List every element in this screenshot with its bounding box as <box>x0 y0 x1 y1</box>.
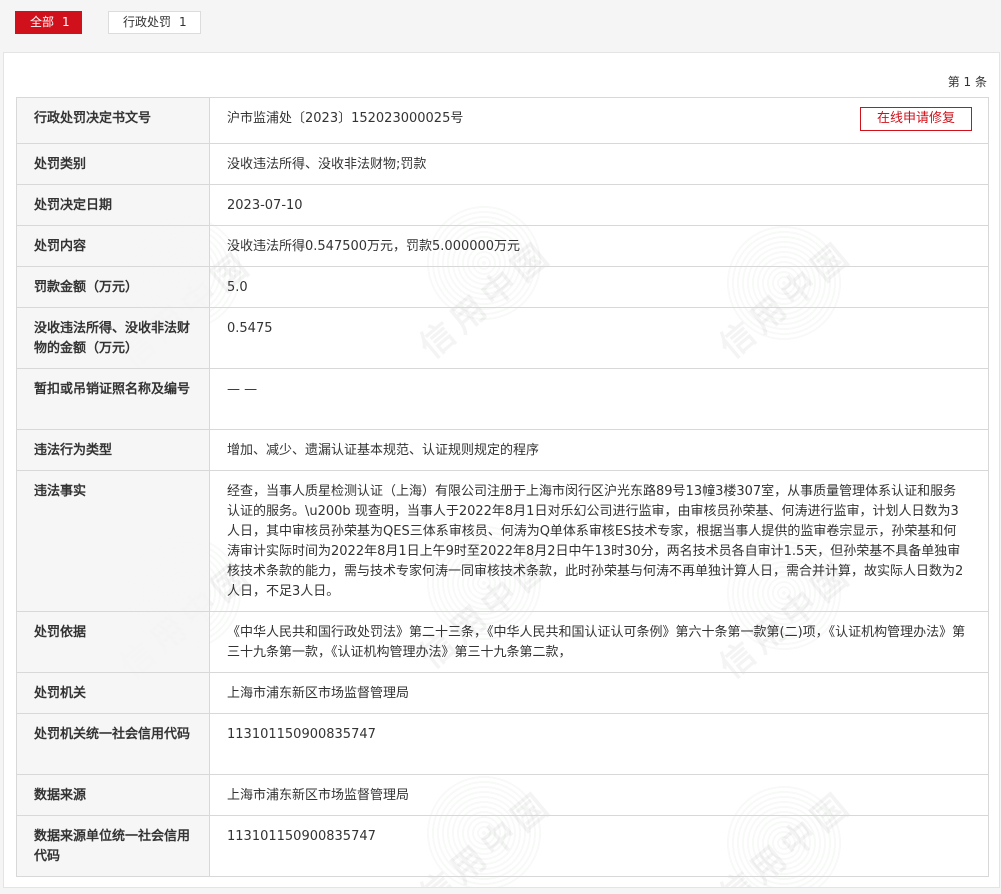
field-value: 0.5475 <box>227 321 273 336</box>
field-value[interactable]: 沪市监浦处〔2023〕152023000025号 <box>227 111 463 126</box>
table-row: 暂扣或吊销证照名称及编号 — — <box>17 369 988 430</box>
field-value: 经查，当事人质星检测认证（上海）有限公司注册于上海市闵行区沪光东路89号13幢3… <box>227 484 964 599</box>
field-label: 暂扣或吊销证照名称及编号 <box>17 369 210 429</box>
tab-count: 1 <box>62 15 70 29</box>
table-row: 处罚内容 没收违法所得0.547500万元，罚款5.000000万元 <box>17 226 988 267</box>
field-value: 《中华人民共和国行政处罚法》第二十三条，《中华人民共和国认证认可条例》第六十条第… <box>227 625 966 660</box>
table-row: 处罚机关统一社会信用代码 11310115090083574​7 <box>17 714 988 775</box>
field-value-wrapper: 沪市监浦处〔2023〕152023000025号 在线申请修复 <box>210 98 988 143</box>
field-value: 没收违法所得、没收非法财物;罚款 <box>227 157 427 172</box>
field-label: 没收违法所得、没收非法财物的金额（万元） <box>17 308 210 368</box>
penalty-detail-table: 行政处罚决定书文号 沪市监浦处〔2023〕152023000025号 在线申请修… <box>16 97 989 877</box>
table-row: 数据来源单位统一社会信用代码 113101150900835747 <box>17 816 988 876</box>
field-label: 处罚依据 <box>17 612 210 672</box>
field-label: 数据来源 <box>17 775 210 815</box>
table-row: 处罚依据 《中华人民共和国行政处罚法》第二十三条，《中华人民共和国认证认可条例》… <box>17 612 988 673</box>
field-label: 罚款金额（万元） <box>17 267 210 307</box>
tab-label: 行政处罚 <box>123 15 172 29</box>
table-row: 行政处罚决定书文号 沪市监浦处〔2023〕152023000025号 在线申请修… <box>17 98 988 144</box>
field-value: 上海市浦东新区市场监督管理局 <box>227 686 410 701</box>
tab-count: 1 <box>179 15 187 29</box>
table-row: 数据来源 上海市浦东新区市场监督管理局 <box>17 775 988 816</box>
field-label: 处罚机关统一社会信用代码 <box>17 714 210 774</box>
field-label: 处罚机关 <box>17 673 210 713</box>
field-label: 违法事实 <box>17 471 210 611</box>
field-value: — — <box>227 382 258 397</box>
field-label: 数据来源单位统一社会信用代码 <box>17 816 210 876</box>
table-row: 违法行为类型 增加、减少、遗漏认证基本规范、认证规则规定的程序 <box>17 430 988 471</box>
table-row: 处罚类别 没收违法所得、没收非法财物;罚款 <box>17 144 988 185</box>
field-label: 处罚决定日期 <box>17 185 210 225</box>
field-value: 2023-07-10 <box>227 198 303 213</box>
field-value: 增加、减少、遗漏认证基本规范、认证规则规定的程序 <box>227 443 540 458</box>
table-row: 处罚机关 上海市浦东新区市场监督管理局 <box>17 673 988 714</box>
apply-repair-button[interactable]: 在线申请修复 <box>860 107 972 131</box>
table-row: 没收违法所得、没收非法财物的金额（万元） 0.5475 <box>17 308 988 369</box>
field-label: 处罚类别 <box>17 144 210 184</box>
field-value: 没收违法所得0.547500万元，罚款5.000000万元 <box>227 239 521 254</box>
tab-all[interactable]: 全部 1 <box>15 11 82 34</box>
table-row: 罚款金额（万元） 5.0 <box>17 267 988 308</box>
field-value: 113101150900835747 <box>227 829 376 844</box>
tab-label: 全部 <box>30 15 55 29</box>
record-count: 第 1 条 <box>947 75 987 89</box>
table-row: 违法事实 经查，当事人质星检测认证（上海）有限公司注册于上海市闵行区沪光东路89… <box>17 471 988 612</box>
tabs-bar: 全部 1 行政处罚 1 <box>0 0 1001 52</box>
field-label: 行政处罚决定书文号 <box>17 98 210 143</box>
field-value: 上海市浦东新区市场监督管理局 <box>227 788 410 803</box>
table-row: 处罚决定日期 2023-07-10 <box>17 185 988 226</box>
field-label: 违法行为类型 <box>17 430 210 470</box>
field-label: 处罚内容 <box>17 226 210 266</box>
tab-administrative-penalty[interactable]: 行政处罚 1 <box>108 11 201 34</box>
field-value: 11310115090083574​7 <box>227 727 376 742</box>
record-panel: 信用中国 信用中国 信用中国 信用中国 信用中国 信用中国 信用中国 信用中国 … <box>3 52 1000 888</box>
field-value: 5.0 <box>227 280 248 295</box>
